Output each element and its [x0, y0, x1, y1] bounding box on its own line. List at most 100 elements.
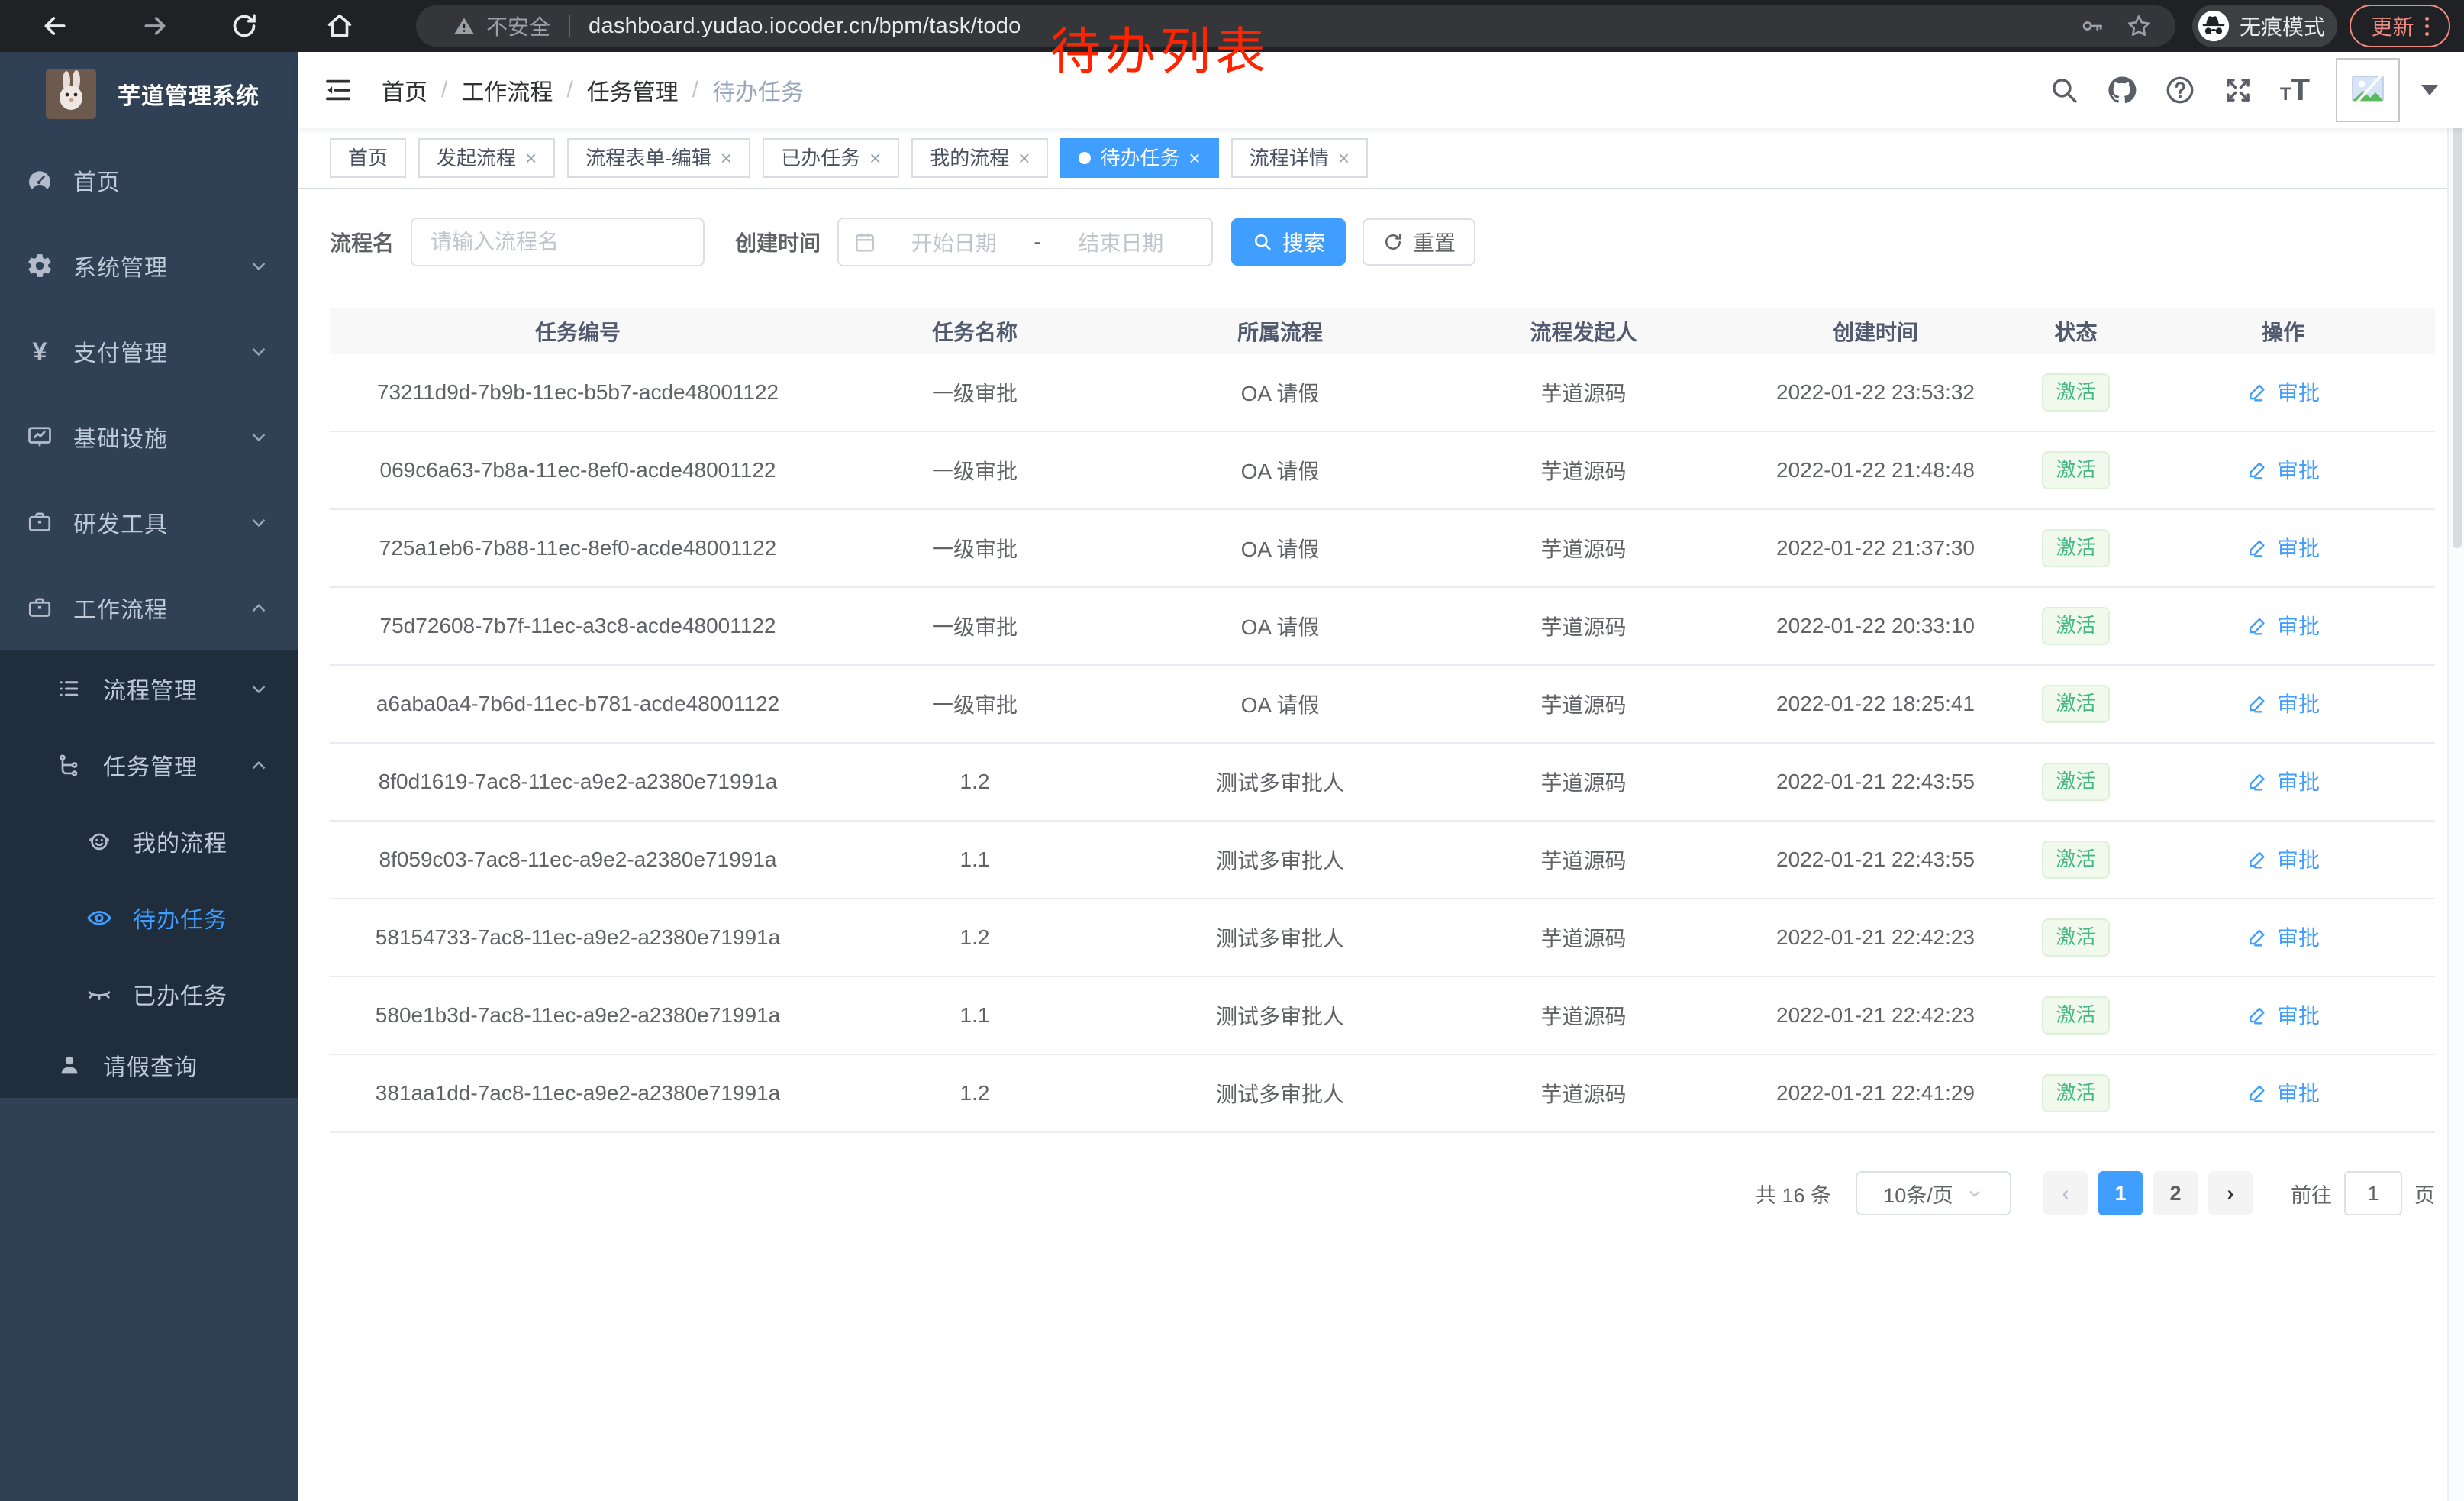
tab-my-process[interactable]: 我的流程×	[911, 138, 1048, 178]
close-icon[interactable]: ×	[869, 139, 881, 177]
end-date-placeholder[interactable]: 结束日期	[1044, 227, 1198, 257]
tab-form-edit[interactable]: 流程表单-编辑 ×	[567, 138, 750, 178]
sidebar-collapse-icon[interactable]	[322, 74, 354, 106]
sidebar-item-infrastructure[interactable]: 基础设施	[0, 394, 298, 479]
page-scrollbar[interactable]	[2447, 52, 2464, 1501]
table-row: 58154733-7ac8-11ec-a9e2-a2380e71991a 1.2…	[330, 899, 2435, 977]
approve-button[interactable]: 审批	[2246, 454, 2320, 485]
cell-starter: 芋道源码	[1437, 844, 1730, 875]
tab-todo-tasks[interactable]: 待办任务 ×	[1060, 138, 1218, 178]
close-icon[interactable]: ×	[1338, 139, 1350, 177]
sidebar-item-label: 系统管理	[73, 249, 168, 282]
user-face-icon	[85, 828, 113, 855]
scrollbar-thumb[interactable]	[2453, 121, 2462, 548]
approve-button[interactable]: 审批	[2246, 532, 2320, 563]
password-key-icon[interactable]	[2079, 13, 2105, 39]
goto-page-input[interactable]	[2344, 1171, 2402, 1215]
search-icon[interactable]	[2048, 74, 2080, 106]
page-button-2[interactable]: 2	[2153, 1171, 2198, 1215]
process-name-input[interactable]	[411, 218, 705, 266]
browser-reload-icon[interactable]	[229, 11, 260, 41]
tab-process-detail[interactable]: 流程详情×	[1231, 138, 1368, 178]
approve-button[interactable]: 审批	[2246, 844, 2320, 874]
approve-button[interactable]: 审批	[2246, 999, 2320, 1030]
help-icon[interactable]	[2164, 74, 2196, 106]
sidebar-item-system[interactable]: 系统管理	[0, 223, 298, 308]
address-bar[interactable]: 不安全 dashboard.yudao.iocoder.cn/bpm/task/…	[416, 5, 2175, 47]
refresh-icon	[1382, 231, 1404, 253]
approve-button[interactable]: 审批	[2246, 376, 2320, 407]
start-date-placeholder[interactable]: 开始日期	[877, 227, 1030, 257]
cell-task-name: 一级审批	[826, 689, 1124, 719]
chevron-down-icon	[247, 340, 270, 363]
close-icon[interactable]: ×	[721, 139, 732, 177]
approve-button[interactable]: 审批	[2246, 922, 2320, 952]
date-range-picker[interactable]: 开始日期 - 结束日期	[837, 218, 1213, 266]
font-size-icon[interactable]: TT	[2280, 76, 2310, 104]
browser-forward-icon[interactable]	[140, 11, 170, 41]
cell-create-time: 2022-01-22 21:48:48	[1730, 458, 2021, 483]
approve-button[interactable]: 审批	[2246, 610, 2320, 641]
tab-label: 待办任务	[1100, 139, 1179, 177]
fullscreen-icon[interactable]	[2222, 74, 2254, 106]
tab-label: 流程表单-编辑	[585, 139, 711, 177]
next-page-button[interactable]: ›	[2208, 1171, 2253, 1215]
table-row: 725a1eb6-7b88-11ec-8ef0-acde48001122 一级审…	[330, 510, 2435, 588]
sidebar-item-label: 请假查询	[103, 1048, 198, 1082]
sidebar-item-leave-query[interactable]: 请假查询	[0, 1032, 298, 1098]
browser-menu-icon[interactable]	[2425, 17, 2429, 36]
prev-page-button[interactable]: ‹	[2043, 1171, 2088, 1215]
sidebar-item-workflow[interactable]: 工作流程	[0, 565, 298, 650]
column-header: 创建时间	[1730, 316, 2021, 347]
page-size-select[interactable]: 10条/页	[1856, 1171, 2011, 1215]
browser-home-icon[interactable]	[324, 11, 355, 41]
browser-back-icon[interactable]	[40, 11, 70, 41]
close-icon[interactable]: ×	[1189, 139, 1201, 177]
tab-home[interactable]: 首页	[330, 138, 406, 178]
cell-task-name: 一级审批	[826, 533, 1124, 563]
tags-view-bar: 首页 发起流程× 流程表单-编辑× 已办任务× 我的流程× 待办任务× 流程详情…	[298, 128, 2464, 189]
breadcrumb-item[interactable]: 首页	[382, 73, 427, 107]
github-icon[interactable]	[2106, 74, 2138, 106]
sidebar-item-task-management[interactable]: 任务管理	[0, 727, 298, 803]
close-icon[interactable]: ×	[1018, 139, 1030, 177]
approve-button[interactable]: 审批	[2246, 766, 2320, 796]
page-size-value: 10条/页	[1883, 1179, 1953, 1209]
approve-button[interactable]: 审批	[2246, 688, 2320, 718]
app-logo-row[interactable]: 芋道管理系统	[0, 52, 298, 136]
page-button-1[interactable]: 1	[2098, 1171, 2143, 1215]
breadcrumb-item[interactable]: 工作流程	[461, 73, 553, 107]
search-button[interactable]: 搜索	[1231, 218, 1346, 266]
security-label[interactable]: 不安全	[486, 11, 550, 41]
sidebar-item-devtools[interactable]: 研发工具	[0, 479, 298, 565]
breadcrumb-separator: /	[692, 77, 698, 103]
approve-button[interactable]: 审批	[2246, 1077, 2320, 1108]
sidebar-item-payment[interactable]: ¥ 支付管理	[0, 308, 298, 394]
sidebar-item-process-management[interactable]: 流程管理	[0, 650, 298, 727]
cell-create-time: 2022-01-22 21:37:30	[1730, 536, 2021, 560]
sidebar-item-todo-tasks[interactable]: 待办任务	[0, 880, 298, 956]
url-text[interactable]: dashboard.yudao.iocoder.cn/bpm/task/todo	[589, 14, 1021, 39]
breadcrumb-item[interactable]: 任务管理	[587, 73, 679, 107]
sidebar-item-my-process[interactable]: 我的流程	[0, 803, 298, 880]
table-row: 381aa1dd-7ac8-11ec-a9e2-a2380e71991a 1.2…	[330, 1055, 2435, 1133]
sidebar-item-label: 流程管理	[103, 672, 198, 705]
tab-done-tasks[interactable]: 已办任务×	[763, 138, 899, 178]
avatar-caret-icon[interactable]	[2421, 85, 2438, 95]
close-icon[interactable]: ×	[525, 139, 537, 177]
reset-button[interactable]: 重置	[1363, 218, 1475, 266]
cell-process: OA 请假	[1124, 455, 1437, 486]
cell-starter: 芋道源码	[1437, 689, 1730, 719]
sidebar-item-done-tasks[interactable]: 已办任务	[0, 956, 298, 1032]
avatar[interactable]	[2336, 58, 2400, 122]
sidebar-item-home[interactable]: 首页	[0, 137, 298, 223]
browser-update-button[interactable]: 更新	[2350, 5, 2450, 47]
bookmark-star-icon[interactable]	[2125, 12, 2153, 40]
column-header: 所属流程	[1124, 316, 1437, 347]
tab-start-process[interactable]: 发起流程×	[418, 138, 555, 178]
status-badge: 激活	[2042, 685, 2109, 722]
tab-label: 我的流程	[930, 139, 1009, 177]
status-badge: 激活	[2042, 529, 2109, 567]
cell-starter: 芋道源码	[1437, 533, 1730, 563]
incognito-badge: 无痕模式	[2192, 5, 2337, 47]
